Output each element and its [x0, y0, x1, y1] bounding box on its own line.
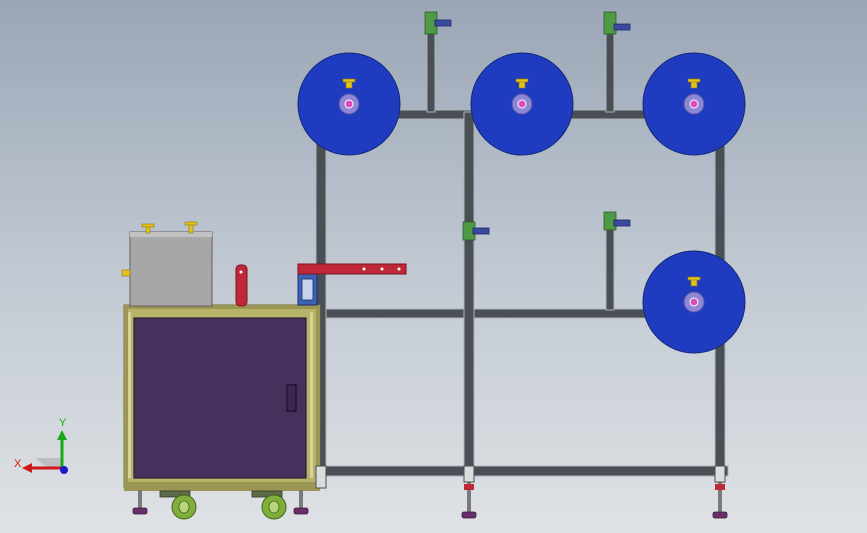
clamp-icon[interactable]: [424, 11, 452, 35]
assembly-model[interactable]: Y X: [0, 0, 867, 533]
cad-viewport[interactable]: Y X: [0, 0, 867, 533]
cabinet[interactable]: [123, 304, 321, 491]
clamp-icon[interactable]: [462, 221, 490, 241]
frame-bottom-rail[interactable]: [317, 465, 729, 477]
spool-icon[interactable]: [642, 250, 746, 354]
cabinet-door-handle[interactable]: [286, 384, 297, 412]
red-post[interactable]: [235, 264, 248, 307]
caster-group[interactable]: [159, 490, 287, 520]
clamp-icon[interactable]: [603, 11, 631, 35]
spool-icon[interactable]: [642, 52, 746, 156]
spool-icon[interactable]: [297, 52, 401, 156]
leveling-foot-icon[interactable]: [132, 490, 148, 515]
frame-mid-support-right[interactable]: [605, 217, 615, 311]
axis-x-label: X: [14, 458, 22, 470]
axis-triad-icon: Y X: [14, 417, 68, 474]
red-arm-assembly[interactable]: [297, 263, 407, 306]
caster-wheel-icon[interactable]: [159, 490, 197, 520]
spool-icon[interactable]: [470, 52, 574, 156]
red-arm[interactable]: [297, 263, 407, 275]
frame-center-post[interactable]: [463, 111, 475, 483]
cabinet-door-panel[interactable]: [133, 317, 307, 479]
axis-y-label: Y: [59, 417, 67, 429]
leveling-foot-icon[interactable]: [293, 490, 309, 515]
caster-wheel-icon[interactable]: [251, 490, 287, 520]
control-box[interactable]: [121, 221, 213, 307]
spool-group[interactable]: [297, 52, 746, 354]
box-knob-icon[interactable]: [184, 221, 198, 234]
clamp-icon[interactable]: [603, 211, 631, 231]
